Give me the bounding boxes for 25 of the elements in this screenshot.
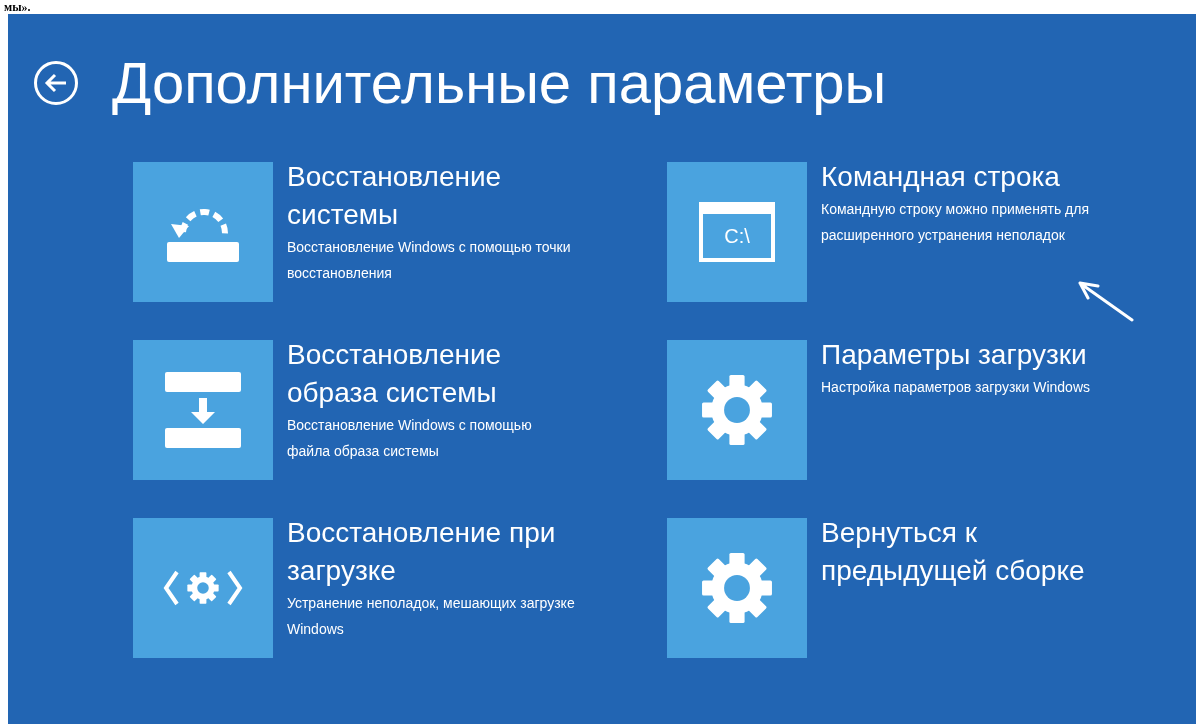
page-text: мы».	[4, 0, 32, 14]
option-title[interactable]: Вернуться к предыдущей сборке	[821, 514, 1121, 590]
option-description: Командную строку можно применять для расширенного устранения неполадок	[821, 200, 1090, 245]
option-tile[interactable]	[133, 162, 273, 302]
console-window-icon: C:\	[699, 202, 775, 262]
option-title[interactable]: Параметры загрузки	[821, 336, 1121, 374]
brackets-gear-icon	[163, 570, 243, 606]
option-description: Настройка параметров загрузки Windows	[821, 378, 1091, 397]
option-tile[interactable]	[667, 340, 807, 480]
option-tile[interactable]	[667, 518, 807, 658]
back-arrow-icon	[44, 73, 68, 93]
option-title[interactable]: Восстановление системы	[287, 158, 587, 234]
option-description: Восстановление Windows с помощью файла образа системы	[287, 416, 533, 461]
option-title[interactable]: Восстановление образа системы	[287, 336, 587, 412]
option-description: Устранение неполадок, мешающих загрузке Windows	[287, 594, 575, 639]
back-button[interactable]	[34, 61, 78, 105]
option-tile[interactable]	[133, 340, 273, 480]
option-tile[interactable]	[133, 518, 273, 658]
drive-download-icon	[163, 370, 243, 450]
gear-icon	[699, 372, 775, 448]
annotation-arrow	[1076, 280, 1134, 322]
option-description: Восстановление Windows с помощью точки восстановления	[287, 238, 572, 283]
option-title[interactable]: Командная строка	[821, 158, 1121, 196]
gear-icon	[699, 550, 775, 626]
option-title[interactable]: Восстановление при загрузке	[287, 514, 587, 590]
